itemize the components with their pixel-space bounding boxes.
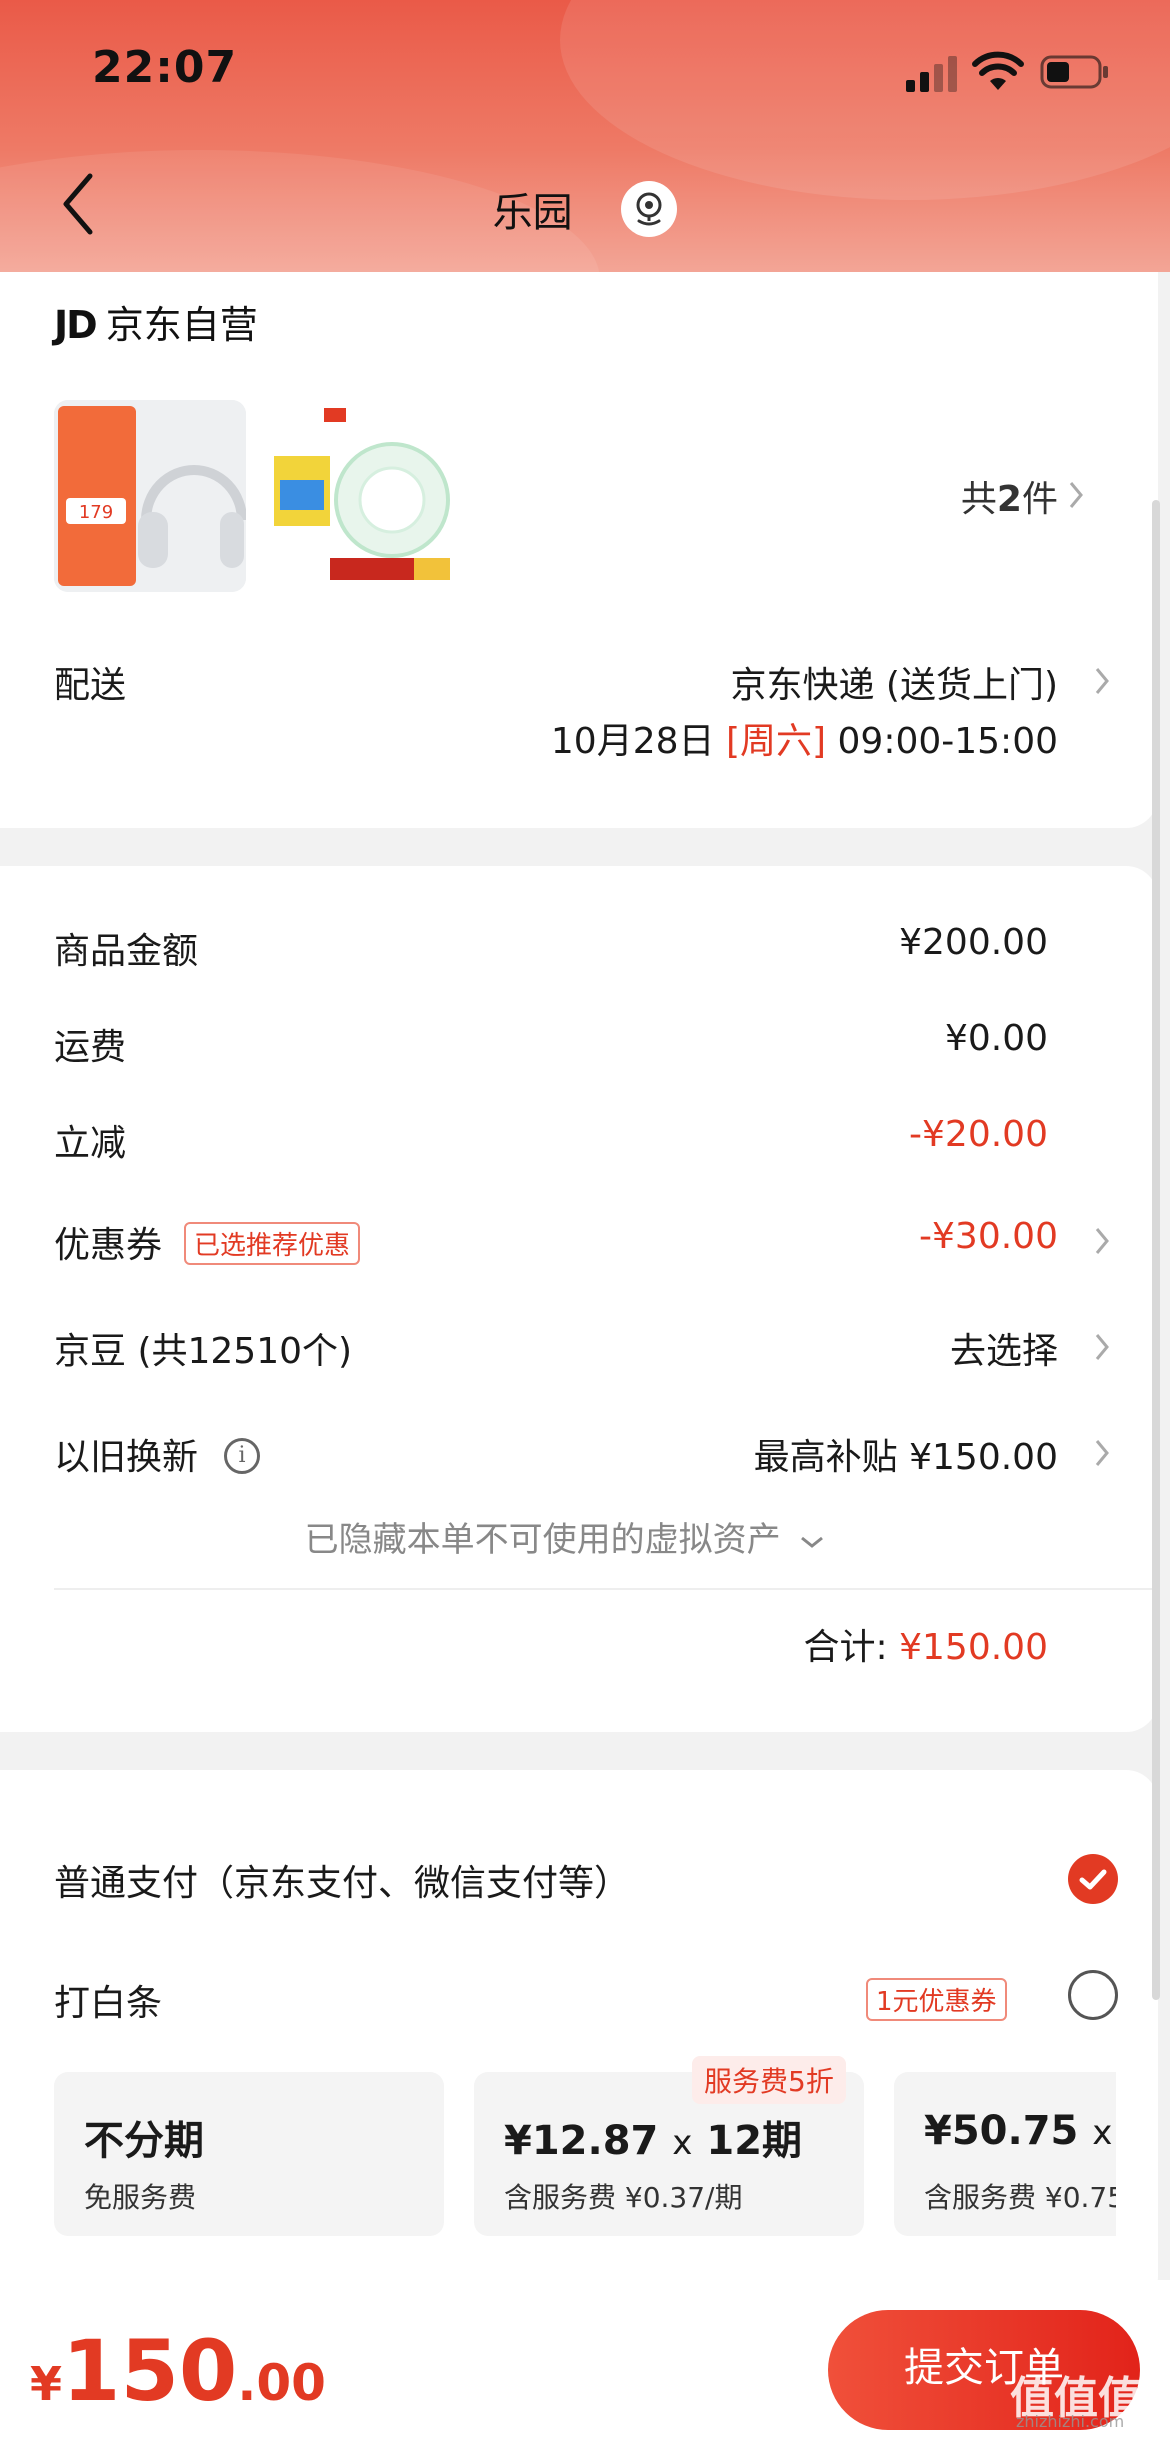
wifi-icon [972,51,1024,90]
shipping-fee-label: 运费 [54,1027,127,1068]
goods-amount-label: 商品金额 [54,931,199,972]
total-value: ¥150.00 [899,1627,1048,1668]
shop-name: JD 京东自营 [54,294,258,349]
svg-text:179: 179 [79,502,113,523]
plan-sub: 免服务费 [84,2181,197,2214]
location-pin-icon [636,192,662,226]
scrollbar[interactable] [1152,500,1160,2000]
coupon-tag: 已选推荐优惠 [184,1221,361,1265]
delivery-method[interactable]: 京东快递 (送货上门) [730,656,1058,708]
total-label: 合计: [803,1627,888,1668]
coupon-label: 优惠券 [54,1225,163,1266]
tradein-row[interactable]: 以旧换新 i [54,1428,261,1480]
instant-discount-label: 立减 [54,1123,127,1164]
divider [54,1588,1158,1590]
hidden-assets-toggle[interactable]: 已隐藏本单不可使用的虚拟资产 [0,1512,1130,1561]
price-integer: 150 [62,2322,238,2420]
info-icon[interactable]: i [224,1438,261,1474]
coupon-label-row[interactable]: 优惠券 已选推荐优惠 [54,1216,361,1269]
plan-sub: 含服务费 ¥0.75 [924,2181,1116,2214]
price-summary-card: 商品金额 ¥200.00 运费 ¥0.00 立减 -¥20.00 优惠券 已选推荐… [0,866,1158,1732]
instant-discount-value: -¥20.00 [909,1114,1048,1155]
plan-title: 不分期 [84,2118,204,2164]
payable-price: ¥150.00 [30,2322,326,2420]
baitiao-label[interactable]: 打白条 [54,1974,162,2026]
shop-label: 京东自营 [105,303,258,347]
chevron-right-icon [1095,1228,1109,1254]
chevron-down-icon [801,1536,824,1548]
delivery-label: 配送 [54,665,127,706]
tape-image [264,400,456,592]
page-title: 乐园 [492,190,573,236]
total-row: 合计: ¥150.00 [804,1618,1048,1670]
headphones-image: 179 [54,400,246,592]
delivery-weekday: [周六] [725,721,827,762]
tradein-label: 以旧换新 [54,1437,199,1478]
baitiao-radio[interactable] [1068,1970,1118,2020]
product-thumbnail-headphones[interactable]: 179 [54,400,246,592]
item-count-number: 2 [996,479,1022,520]
header-bar: 22:07 乐园 [0,0,1170,272]
price-decimal: .00 [237,2354,326,2412]
check-icon [1079,1869,1107,1890]
plan-option-3[interactable]: ¥50.75 x 3 含服务费 ¥0.75 [894,2072,1116,2236]
shipping-fee-value: ¥0.00 [944,1018,1048,1059]
plan-title: ¥50.75 x 3 [924,2108,1113,2154]
goods-amount-value: ¥200.00 [899,922,1048,963]
signal-icon [906,56,957,92]
plan-sub: 含服务费 ¥0.37/期 [504,2181,743,2214]
delivery-time[interactable]: 10月28日 [周六] 09:00-15:00 [551,712,1058,764]
jingdou-select[interactable]: 去选择 [950,1322,1058,1374]
battery-icon [1040,55,1108,89]
item-count-prefix: 共 [960,479,997,520]
service-fee-badge: 服务费5折 [692,2056,846,2104]
watermark-url: zhizhizhi.com [1016,2412,1125,2431]
page-title-row: 乐园 [0,180,1170,238]
order-items-card: JD 京东自营 179 共2件 配送 京东快递 (送货上门) 10月28日 [周… [0,272,1158,828]
chevron-right-icon [1095,1440,1109,1466]
chevron-right-icon [1095,668,1109,694]
product-thumbnail-tape[interactable] [264,400,456,592]
delivery-date: 10月28日 [550,721,715,762]
price-currency: ¥ [30,2357,63,2411]
bottom-bar: ¥150.00 提交订单 [0,2280,1170,2444]
item-count-suffix: 件 [1021,479,1058,520]
baitiao-coupon-tag: 1元优惠券 [866,1978,1007,2021]
installment-plans: 不分期 免服务费 ¥12.87 x 12期 含服务费 ¥0.37/期 ¥50.7… [54,2072,1116,2236]
normal-payment-label[interactable]: 普通支付（京东支付、微信支付等） [54,1854,630,1906]
item-count[interactable]: 共2件 [961,470,1058,522]
jd-logo: JD [54,303,98,347]
chevron-right-icon [1069,482,1083,508]
plan-option-none[interactable]: 不分期 免服务费 [54,2072,444,2236]
plan-title: ¥12.87 x 12期 [504,2118,803,2164]
location-button[interactable] [621,181,678,237]
chevron-right-icon [1095,1334,1109,1360]
tradein-value[interactable]: 最高补贴 ¥150.00 [754,1428,1058,1480]
coupon-value[interactable]: -¥30.00 [919,1216,1058,1257]
delivery-time-range: 09:00-15:00 [837,721,1058,762]
header-decoration [560,0,1170,200]
normal-payment-radio[interactable] [1068,1854,1118,1904]
status-time: 22:07 [92,42,238,93]
hidden-assets-note: 已隐藏本单不可使用的虚拟资产 [304,1520,781,1560]
jingdou-label: 京豆 (共12510个) [54,1331,353,1372]
